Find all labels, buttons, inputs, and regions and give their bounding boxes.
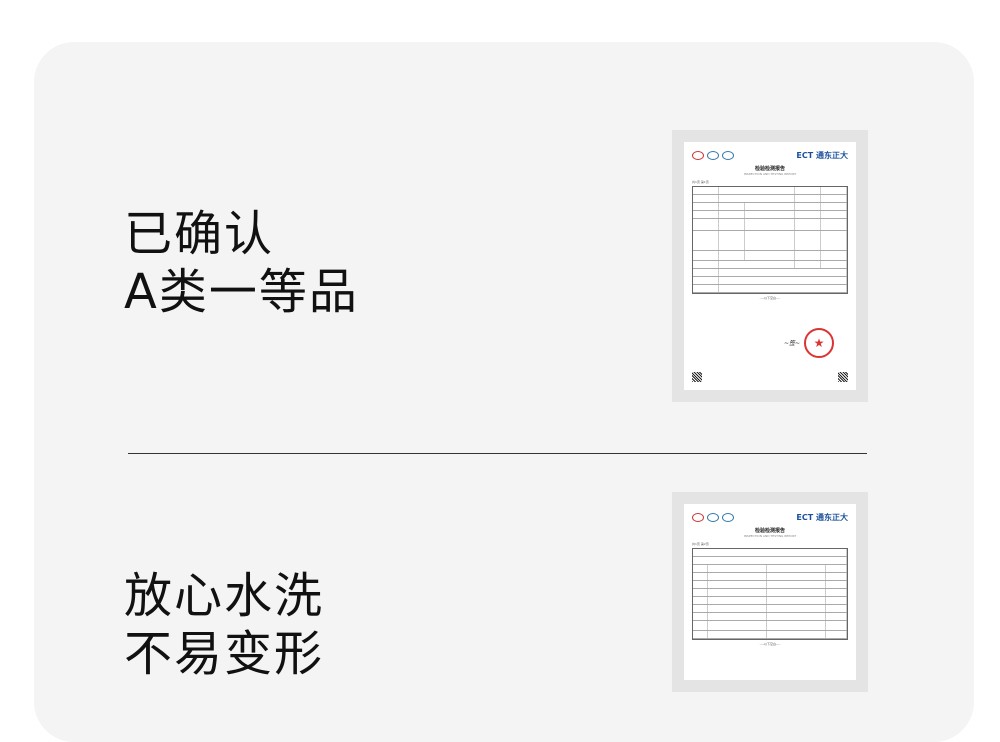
heading-line: A类一等品 [124,264,359,320]
ilac-logo-icon [722,150,734,160]
qr-code-icon [838,372,848,382]
test-report-image: ECT 通东正大 检验检测报告 INSPECTION AND TESTING R… [672,130,868,402]
signature: ~签~ [784,340,801,347]
ilac-logo-icon [722,512,734,522]
report-subtitle: INSPECTION AND TESTING REPORT [743,172,797,176]
ect-logo: ECT 通东正大 [796,512,848,522]
page-number: 共1页 第1页 [692,180,709,184]
cnas-logo-icon [707,150,719,160]
cma-logo-icon [692,150,704,160]
heading-line: 已确认 [124,206,275,262]
end-mark: ----以下空白---- [759,642,781,646]
ect-logo: ECT 通东正大 [796,150,848,160]
heading-confirmed: 已确认 A类一等品 [124,205,359,321]
divider [128,453,867,454]
report-subtitle: INSPECTION AND TESTING REPORT [743,534,797,538]
report-table [692,548,848,640]
cma-logo-icon [692,512,704,522]
report-table [692,186,848,294]
heading-washable: 放心水洗 不易变形 [124,567,324,683]
page-number: 共1页 第2页 [692,542,709,546]
report-title: 检验检测报告 [754,528,785,534]
heading-line: 不易变形 [124,626,325,682]
end-mark: ----以下空白---- [759,296,781,300]
qr-code-icon [692,372,702,382]
report-title: 检验检测报告 [754,166,785,172]
heading-line: 放心水洗 [124,568,325,624]
cnas-logo-icon [707,512,719,522]
test-report-image: ECT 通东正大 检验检测报告 INSPECTION AND TESTING R… [672,492,868,692]
seal-icon: ★ [804,328,834,358]
